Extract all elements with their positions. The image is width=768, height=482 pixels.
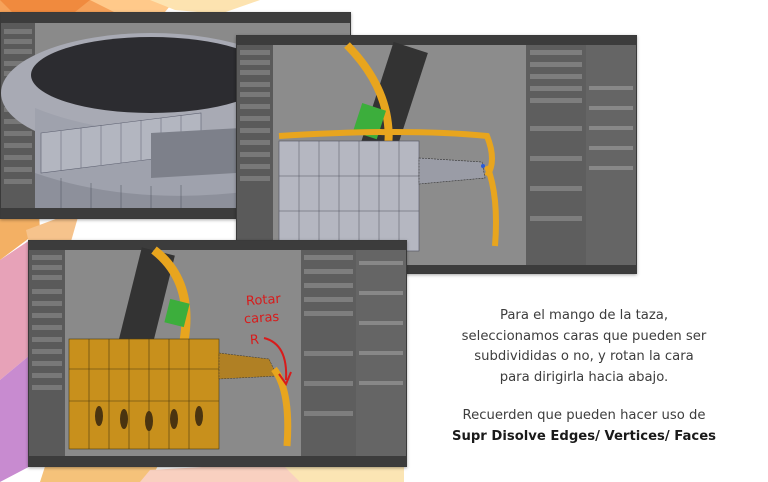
tip-bold-line: Supr Disolve Edges/ Vertices/ Faces — [451, 428, 717, 444]
tip-line: Recuerden que pueden hacer uso de — [462, 408, 706, 423]
screenshot-mug-handle-rotate — [28, 240, 407, 467]
paragraph-line-4: para dirigirla hacia abajo. — [499, 369, 669, 385]
rotate-arrow-icon — [263, 337, 292, 387]
annotation-line1: Rotar — [245, 291, 282, 310]
slide-text: Para el mango de la taza, seleccionamos … — [436, 306, 732, 447]
screenshot-mug-handle-extrude — [236, 35, 637, 274]
paragraph-line-3: subdivididas o no, y rotan la cara — [474, 349, 694, 364]
paragraph-line-1: Para el mango de la taza, — [499, 308, 669, 323]
paragraph-line-2: seleccionamos caras que pueden ser — [461, 328, 707, 344]
annotation-line2: caras — [243, 309, 280, 328]
annotation-key: R — [249, 332, 260, 349]
